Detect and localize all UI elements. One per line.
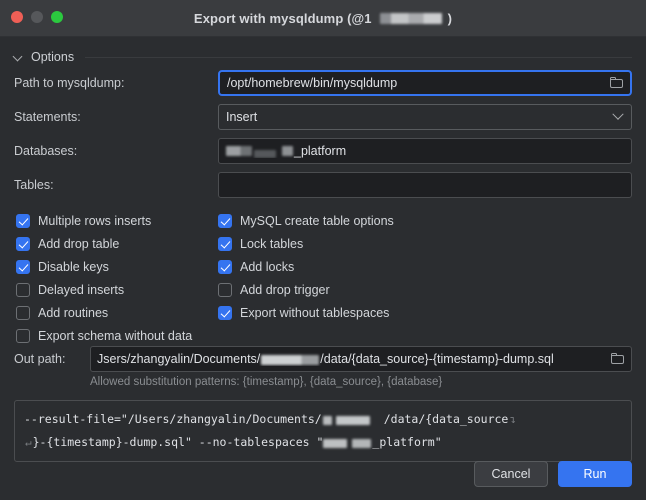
window-title-suffix: ): [447, 10, 453, 26]
out-path-value: Jsers/zhangyalin/Documents/ /data/{data_…: [91, 352, 605, 366]
checkbox-multiple-rows-inserts[interactable]: Multiple rows inserts: [16, 209, 151, 232]
soft-wrap-arrow-icon: ↴: [509, 413, 516, 426]
checkbox-label: MySQL create table options: [240, 213, 394, 228]
checkbox-label: Multiple rows inserts: [38, 213, 152, 228]
substitution-patterns-hint: Allowed substitution patterns: {timestam…: [90, 376, 443, 388]
statements-label: Statements:: [14, 110, 81, 124]
folder-icon: [611, 353, 625, 365]
redacted-db-part-3: [282, 146, 293, 156]
redacted-command-part-1: [322, 416, 332, 425]
checkbox-label: Delayed inserts: [38, 282, 125, 297]
checkbox-indicator: [218, 236, 232, 251]
dialog-content: Options Path to mysqldump: /opt/homebrew…: [0, 50, 646, 462]
checkbox-label: Export without tablespaces: [240, 305, 390, 320]
redacted-command-part-4: [352, 439, 372, 448]
out-path-value-start: Jsers/zhangyalin/Documents/: [97, 352, 261, 366]
redacted-db-part-1: [226, 146, 252, 156]
out-path-browse-button[interactable]: [605, 353, 631, 365]
checkbox-lock-tables[interactable]: Lock tables: [218, 232, 303, 255]
checkbox-indicator: [218, 259, 232, 274]
command-line2-start: }-{timestamp}-dump.sql" --no-tablespaces…: [32, 435, 324, 449]
out-path-field[interactable]: Jsers/zhangyalin/Documents/ /data/{data_…: [90, 346, 632, 372]
databases-value: _platform: [219, 144, 631, 158]
out-path-row: Out path: Jsers/zhangyalin/Documents/ /d…: [14, 345, 632, 373]
checkbox-label: Export schema without data: [38, 328, 193, 343]
folder-icon: [610, 77, 624, 89]
checkbox-indicator: [218, 305, 232, 320]
redacted-out-path-segment: [261, 355, 320, 365]
redacted-command-part-3: [323, 439, 348, 448]
redacted-connection-name: [379, 12, 442, 24]
command-preview-line-2: ↵ }-{timestamp}-dump.sql" --no-tablespac…: [24, 431, 622, 454]
command-preview-line-1: --result-file="/Users/zhangyalin/Documen…: [24, 408, 622, 431]
run-button[interactable]: Run: [558, 461, 632, 487]
statements-value: Insert: [226, 110, 258, 124]
path-to-mysqldump-row: Path to mysqldump: /opt/homebrew/bin/mys…: [14, 68, 632, 98]
statements-row: Statements: Insert: [14, 102, 632, 132]
command-line1-end: /data/{data_source: [383, 412, 509, 426]
checkbox-label: Add routines: [38, 305, 109, 320]
checkbox-indicator: [218, 213, 232, 228]
databases-row: Databases: _platform: [14, 136, 632, 166]
command-line2-end: _platform": [372, 435, 442, 449]
section-divider: [85, 56, 632, 58]
checkbox-export-without-tablespaces[interactable]: Export without tablespaces: [218, 301, 389, 324]
checkbox-label: Add locks: [240, 259, 295, 274]
path-to-mysqldump-field[interactable]: /opt/homebrew/bin/mysqldump: [218, 70, 632, 96]
checkbox-add-drop-table[interactable]: Add drop table: [16, 232, 119, 255]
chevron-down-icon: [14, 52, 24, 62]
databases-label: Databases:: [14, 144, 78, 158]
databases-field[interactable]: _platform: [218, 138, 632, 164]
checkbox-disable-keys[interactable]: Disable keys: [16, 255, 109, 278]
redacted-command-part-2: [335, 416, 370, 425]
command-line1-start: --result-file="/Users/zhangyalin/Documen…: [24, 412, 322, 426]
checkbox-add-drop-trigger[interactable]: Add drop trigger: [218, 278, 330, 301]
checkbox-indicator: [218, 282, 232, 297]
command-preview[interactable]: --result-file="/Users/zhangyalin/Documen…: [14, 400, 632, 462]
chevron-down-icon: [605, 108, 631, 121]
redacted-db-part-2: [254, 150, 276, 158]
cancel-button[interactable]: Cancel: [474, 461, 548, 487]
out-path-label: Out path:: [14, 352, 66, 366]
checkbox-delayed-inserts[interactable]: Delayed inserts: [16, 278, 124, 301]
path-browse-button[interactable]: [604, 77, 630, 89]
path-to-mysqldump-value: /opt/homebrew/bin/mysqldump: [227, 76, 398, 90]
path-to-mysqldump-label: Path to mysqldump:: [14, 76, 125, 90]
databases-value-suffix: _platform: [294, 144, 347, 158]
checkbox-label: Add drop trigger: [240, 282, 330, 297]
checkbox-label: Lock tables: [240, 236, 304, 251]
window-titlebar: Export with mysqldump (@1 ): [0, 0, 646, 37]
tables-row: Tables:: [14, 170, 632, 200]
checkbox-label: Disable keys: [38, 259, 109, 274]
statements-dropdown[interactable]: Insert: [218, 104, 632, 130]
checkbox-add-locks[interactable]: Add locks: [218, 255, 294, 278]
checkbox-indicator: [16, 259, 30, 274]
soft-wrap-arrow-icon: ↵: [25, 436, 32, 449]
checkbox-add-routines[interactable]: Add routines: [16, 301, 108, 324]
options-section-header[interactable]: Options: [14, 50, 632, 64]
tables-field[interactable]: [218, 172, 632, 198]
window-title: Export with mysqldump (@1 ): [0, 0, 646, 36]
checkbox-indicator: [16, 328, 30, 343]
export-mysqldump-dialog: Export with mysqldump (@1 ) Options Path…: [0, 0, 646, 500]
checkbox-indicator: [16, 213, 30, 228]
checkbox-label: Add drop table: [38, 236, 120, 251]
checkbox-indicator: [16, 282, 30, 297]
tables-label: Tables:: [14, 178, 54, 192]
window-title-prefix: Export with mysqldump (@1: [193, 10, 372, 26]
out-path-value-end: /data/{data_source}-{timestamp}-dump.sql: [320, 352, 554, 366]
checkbox-mysql-create-table-options[interactable]: MySQL create table options: [218, 209, 394, 232]
options-section-title: Options: [31, 50, 75, 64]
checkbox-export-schema-without-data[interactable]: Export schema without data: [16, 324, 192, 347]
checkbox-indicator: [16, 305, 30, 320]
export-options-checkbox-group: Multiple rows inserts Add drop table Dis…: [14, 209, 632, 343]
checkbox-indicator: [16, 236, 30, 251]
dialog-footer: Cancel Run: [474, 461, 632, 487]
